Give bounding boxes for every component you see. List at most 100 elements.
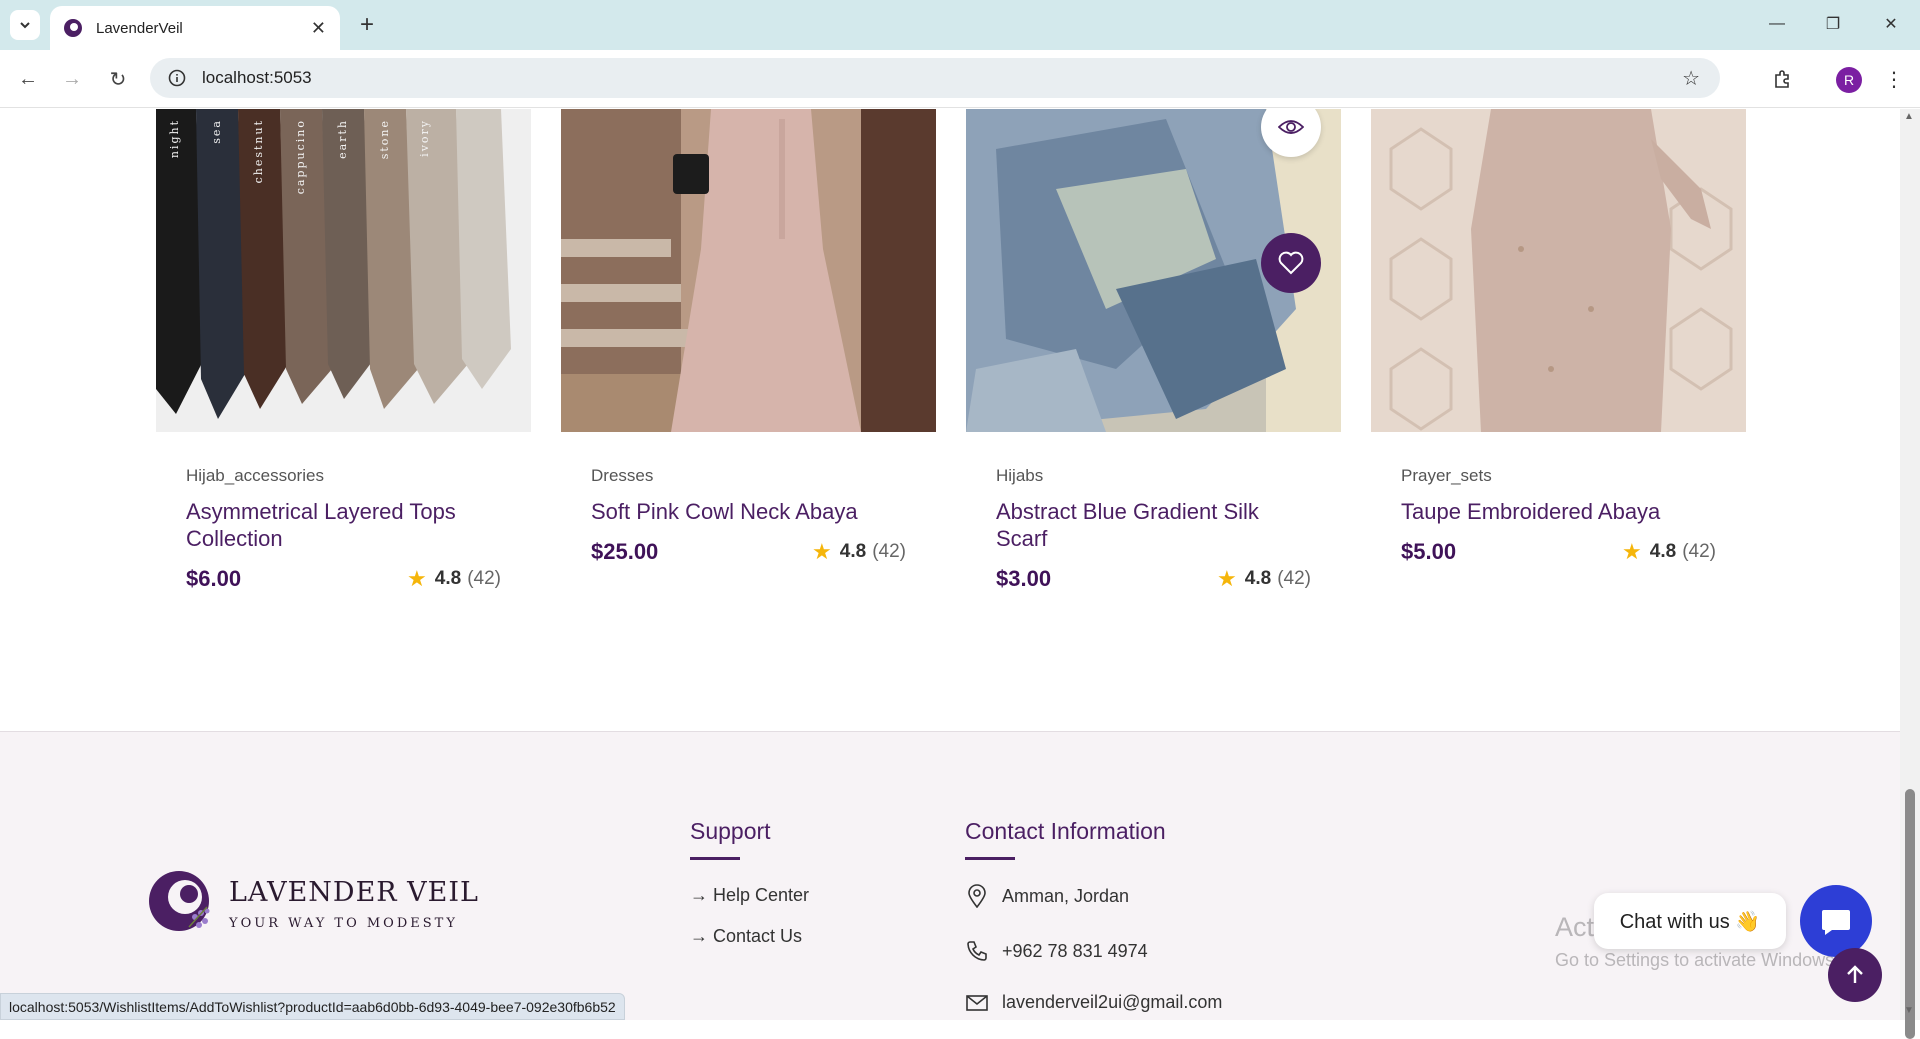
tab-title: LavenderVeil: [96, 19, 183, 37]
review-count: (42): [872, 541, 906, 562]
arrow-up-icon: [1847, 965, 1863, 983]
product-image[interactable]: [561, 109, 936, 432]
chat-launcher-button[interactable]: [1800, 885, 1872, 957]
color-label-ivory: ivory: [418, 119, 431, 157]
scrollbar-thumb[interactable]: [1905, 789, 1915, 1039]
page-viewport: night sea chestnut cappucino earth stone ivory…: [0, 109, 1900, 1020]
reload-button[interactable]: ↻: [102, 63, 134, 95]
star-icon: ★: [1622, 539, 1642, 564]
add-to-wishlist-button[interactable]: [1261, 233, 1321, 293]
lavender-logo-icon: [145, 867, 219, 941]
address-bar[interactable]: localhost:5053 ☆: [150, 58, 1720, 98]
star-icon: ★: [407, 566, 427, 591]
address-text: Amman, Jordan: [1002, 885, 1130, 906]
color-label-chestnut: chestnut: [252, 119, 265, 183]
map-pin-icon: [968, 884, 986, 908]
back-button[interactable]: ←: [12, 63, 44, 95]
extensions-icon[interactable]: [1766, 63, 1798, 95]
product-price: $5.00: [1401, 539, 1457, 564]
product-card[interactable]: Hijabs Abstract Blue Gradient Silk Scarf…: [966, 109, 1341, 592]
product-rating: ★ 4.8 (42): [812, 539, 906, 565]
product-image[interactable]: night sea chestnut cappucino earth stone ivory: [156, 109, 531, 432]
rating-value: 4.8: [434, 568, 462, 589]
product-price: $3.00: [996, 566, 1052, 591]
rating-value: 4.8: [1649, 541, 1677, 562]
chevron-down-icon: [20, 22, 30, 29]
product-name[interactable]: Taupe Embroidered Abaya: [1401, 498, 1716, 525]
support-heading: Support: [690, 818, 771, 844]
color-label-sea: sea: [210, 119, 223, 144]
link-status-bar: localhost:5053/WishlistItems/AddToWishli…: [0, 993, 625, 1020]
back-to-top-button[interactable]: [1828, 948, 1882, 1002]
contact-info-heading: Contact Information: [965, 818, 1166, 844]
forward-button[interactable]: →: [56, 63, 88, 95]
contact-address: Amman, Jordan: [964, 884, 1129, 908]
phone-icon: [967, 941, 987, 961]
chat-prompt-bubble[interactable]: Chat with us 👋: [1594, 893, 1786, 949]
color-label-night: night: [168, 119, 181, 158]
product-name[interactable]: Soft Pink Cowl Neck Abaya: [591, 498, 906, 525]
heading-underline: [965, 857, 1015, 860]
minimize-button[interactable]: —: [1752, 8, 1802, 40]
close-icon[interactable]: ✕: [311, 18, 326, 39]
review-count: (42): [1277, 568, 1311, 589]
product-price: $25.00: [591, 539, 659, 564]
menu-kebab-icon[interactable]: ⋮: [1878, 63, 1910, 95]
restore-button[interactable]: ❐: [1808, 8, 1858, 40]
page-scrollbar[interactable]: ▲ ▼: [1900, 109, 1920, 1039]
rating-value: 4.8: [1244, 568, 1272, 589]
eye-icon: [1278, 120, 1304, 134]
product-name[interactable]: Abstract Blue Gradient Silk Scarf: [996, 498, 1311, 552]
color-label-earth: earth: [336, 119, 349, 159]
product-card[interactable]: night sea chestnut cappucino earth stone ivory…: [156, 109, 531, 592]
contact-email: lavenderveil2ui@gmail.com: [964, 992, 1222, 1013]
site-favicon-icon: [64, 19, 82, 37]
contact-us-link[interactable]: → Contact Us: [690, 926, 802, 947]
rating-value: 4.8: [839, 541, 867, 562]
heart-icon: [1278, 251, 1304, 275]
profile-avatar[interactable]: R: [1836, 67, 1862, 93]
product-rating: ★ 4.8 (42): [1622, 539, 1716, 565]
browser-toolbar: ← → ↻ localhost:5053 ☆ R ⋮: [0, 50, 1920, 108]
review-count: (42): [1682, 541, 1716, 562]
site-footer: LAVENDER VEIL YOUR WAY TO MODESTY Suppor…: [0, 731, 1900, 1020]
product-category: Prayer_sets: [1401, 466, 1492, 485]
new-tab-button[interactable]: +: [352, 10, 382, 40]
product-category: Hijabs: [996, 466, 1044, 485]
tab-strip: LavenderVeil ✕ + — ❐ ✕: [0, 0, 1920, 50]
window-close-button[interactable]: ✕: [1866, 8, 1916, 40]
help-center-link[interactable]: → Help Center: [690, 885, 809, 906]
product-card[interactable]: Prayer_sets Taupe Embroidered Abaya $5.0…: [1371, 109, 1746, 565]
heading-underline: [690, 857, 740, 860]
product-rating: ★ 4.8 (42): [407, 566, 501, 592]
logo-title: LAVENDER VEIL: [229, 877, 479, 908]
product-category: Hijab_accessories: [186, 466, 324, 485]
chat-icon: [1822, 910, 1850, 935]
scroll-up-arrow-icon[interactable]: ▲: [1904, 111, 1914, 122]
product-card[interactable]: Dresses Soft Pink Cowl Neck Abaya $25.00…: [561, 109, 936, 565]
star-icon: ★: [1217, 566, 1237, 591]
product-rating: ★ 4.8 (42): [1217, 566, 1311, 592]
activate-windows-subtitle: Go to Settings to activate Windows.: [1555, 950, 1840, 970]
product-image[interactable]: [966, 109, 1341, 432]
browser-tab[interactable]: LavenderVeil ✕: [50, 6, 340, 50]
mail-icon: [966, 994, 988, 1011]
logo-tagline: YOUR WAY TO MODESTY: [229, 916, 458, 931]
scroll-down-arrow-icon[interactable]: ▼: [1904, 1005, 1914, 1016]
tab-search-button[interactable]: [10, 10, 40, 40]
contact-phone: +962 78 831 4974: [964, 940, 1148, 962]
product-name[interactable]: Asymmetrical Layered Tops Collection: [186, 498, 501, 552]
product-category: Dresses: [591, 466, 654, 485]
star-icon: ★: [812, 539, 832, 564]
url-text: localhost:5053: [202, 68, 312, 87]
product-price: $6.00: [186, 566, 242, 591]
email-text[interactable]: lavenderveil2ui@gmail.com: [1002, 992, 1222, 1013]
bookmark-star-icon[interactable]: ☆: [1682, 66, 1700, 91]
footer-logo[interactable]: LAVENDER VEIL YOUR WAY TO MODESTY: [145, 867, 479, 941]
review-count: (42): [467, 568, 501, 589]
phone-text[interactable]: +962 78 831 4974: [1002, 941, 1148, 962]
color-label-stone: stone: [378, 119, 391, 159]
product-image[interactable]: [1371, 109, 1746, 432]
color-label-cappucino: cappucino: [294, 119, 307, 194]
site-info-icon[interactable]: [168, 69, 186, 87]
